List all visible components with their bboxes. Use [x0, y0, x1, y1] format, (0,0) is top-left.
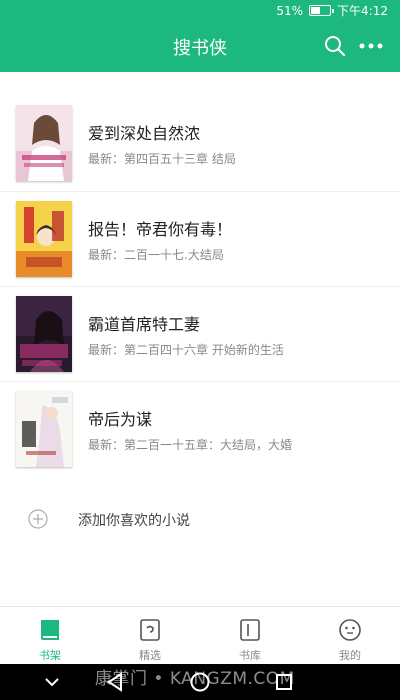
battery-icon: [309, 5, 335, 16]
battery-fill: [311, 7, 321, 14]
bookshelf-icon: [41, 620, 59, 640]
nav-tab-featured[interactable]: 精选: [100, 607, 200, 665]
profile-icon: [339, 619, 361, 641]
book-latest-chapter: 最新：第四百五十三章 结局: [88, 152, 236, 166]
plus-circle-icon: [28, 509, 48, 529]
chevron-down-icon[interactable]: [40, 670, 64, 694]
nav-tab-bookshelf[interactable]: 书架: [0, 607, 100, 665]
nav-tab-library[interactable]: 书库: [200, 607, 300, 665]
nav-label: 书架: [39, 649, 61, 662]
nav-tab-profile[interactable]: 我的: [300, 607, 400, 665]
book-title: 霸道首席特工妻: [88, 315, 201, 334]
nav-label: 我的: [339, 649, 361, 662]
add-novel-button[interactable]: 添加你喜欢的小说: [0, 497, 400, 543]
bottom-nav: 书架 精选 书库 我的: [0, 606, 400, 664]
book-latest-chapter: 最新：二百一十七.大结局: [88, 248, 224, 262]
book-item[interactable]: 霸道首席特工妻 最新：第二百四十六章 开始新的生活: [0, 286, 400, 381]
book-title: 报告！帝君你有毒！: [88, 220, 233, 239]
watermark: 康掌门 • KANGZM.COM: [95, 669, 295, 689]
clock: 下午4:12: [337, 4, 388, 18]
status-bar-right: 51% 下午4:12: [276, 2, 388, 19]
book-cover: [16, 296, 72, 372]
book-latest-chapter: 最新：第二百一十五章：大结局，大婚: [88, 438, 293, 452]
book-title: 爱到深处自然浓: [88, 124, 201, 143]
nav-label: 书库: [239, 649, 261, 662]
book-list: 爱到深处自然浓 最新：第四百五十三章 结局 报告！帝君你有毒！ 最新：二百一十七…: [0, 96, 400, 476]
book-cover: [16, 105, 72, 181]
search-icon[interactable]: [323, 34, 347, 58]
book-cover: [16, 201, 72, 277]
featured-icon: [140, 619, 160, 641]
more-icon[interactable]: [358, 34, 384, 58]
library-icon: [240, 619, 260, 641]
status-bar: 51% 下午4:12: [0, 0, 400, 20]
book-item[interactable]: 帝后为谋 最新：第二百一十五章：大结局，大婚: [0, 381, 400, 476]
book-cover: [16, 391, 72, 467]
add-novel-label: 添加你喜欢的小说: [78, 513, 190, 529]
nav-label: 精选: [139, 649, 161, 662]
app-bar: 搜书侠: [0, 20, 400, 72]
book-title: 帝后为谋: [88, 410, 153, 429]
book-latest-chapter: 最新：第二百四十六章 开始新的生活: [88, 343, 284, 357]
battery-percent: 51%: [276, 3, 304, 18]
book-item[interactable]: 报告！帝君你有毒！ 最新：二百一十七.大结局: [0, 191, 400, 286]
book-item[interactable]: 爱到深处自然浓 最新：第四百五十三章 结局: [0, 96, 400, 191]
